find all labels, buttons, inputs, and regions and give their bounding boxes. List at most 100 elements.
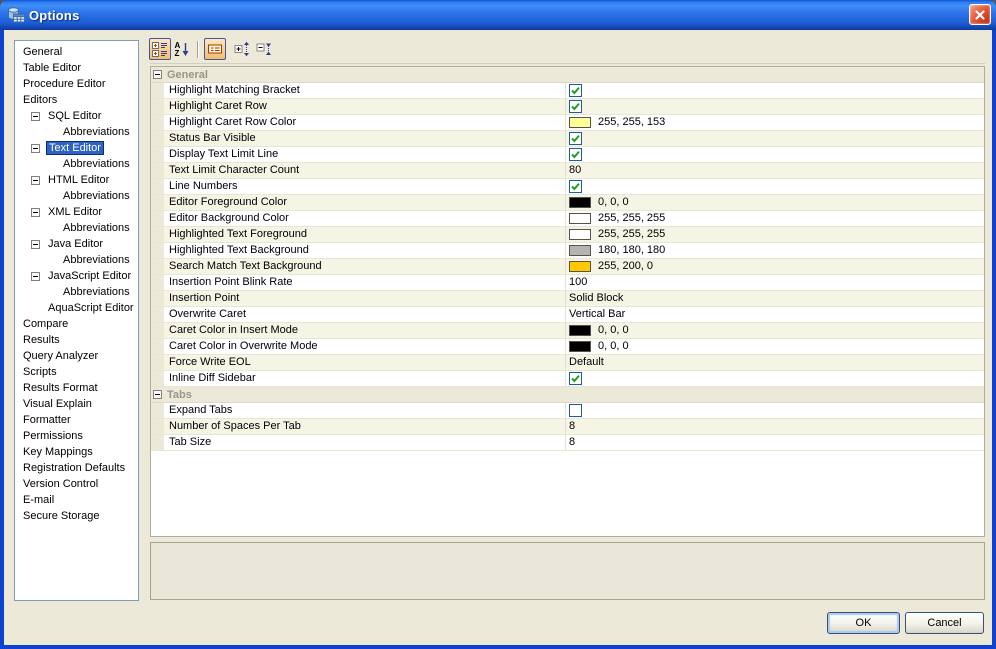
tree-item-general[interactable]: General xyxy=(15,44,138,60)
property-value[interactable]: 255, 255, 255 xyxy=(566,211,984,226)
checkbox-checked[interactable] xyxy=(569,100,582,113)
group-collapse-minus-icon[interactable] xyxy=(153,70,162,79)
tree-collapse-minus-icon[interactable] xyxy=(31,112,40,121)
tree-item-results[interactable]: Results xyxy=(15,332,138,348)
tree-item-table-editor[interactable]: Table Editor xyxy=(15,60,138,76)
tree-item-e-mail[interactable]: E-mail xyxy=(15,492,138,508)
property-value[interactable] xyxy=(566,403,984,418)
value-text: 8 xyxy=(569,420,576,432)
collapse-all-button[interactable] xyxy=(253,38,275,60)
checkbox-checked[interactable] xyxy=(569,180,582,193)
checkbox-checked[interactable] xyxy=(569,84,582,97)
tree-item-registration-defaults[interactable]: Registration Defaults xyxy=(15,460,138,476)
group-header-general: General xyxy=(151,67,984,83)
property-value[interactable]: 80 xyxy=(566,163,984,178)
checkbox-checked[interactable] xyxy=(569,372,582,385)
tree-item-label: Abbreviations xyxy=(63,222,130,234)
tree-item-abbreviations[interactable]: Abbreviations xyxy=(15,220,138,236)
tree-item-aquascript-editor[interactable]: AquaScript Editor xyxy=(15,300,138,316)
tree-item-results-format[interactable]: Results Format xyxy=(15,380,138,396)
property-value[interactable] xyxy=(566,131,984,146)
color-swatch[interactable] xyxy=(569,117,591,128)
tree-item-abbreviations[interactable]: Abbreviations xyxy=(15,156,138,172)
description-panel xyxy=(150,542,985,600)
property-value[interactable]: 0, 0, 0 xyxy=(566,339,984,354)
tree-item-label: Results Format xyxy=(23,382,98,394)
tree-collapse-minus-icon[interactable] xyxy=(31,208,40,217)
color-swatch[interactable] xyxy=(569,229,591,240)
ok-button[interactable]: OK xyxy=(827,612,900,634)
tree-item-compare[interactable]: Compare xyxy=(15,316,138,332)
tree-item-version-control[interactable]: Version Control xyxy=(15,476,138,492)
group-collapse-minus-icon[interactable] xyxy=(153,390,162,399)
property-value[interactable]: 255, 200, 0 xyxy=(566,259,984,274)
property-value[interactable]: Default xyxy=(566,355,984,370)
az-z: Z xyxy=(175,49,180,57)
property-value[interactable] xyxy=(566,179,984,194)
tree-item-sql-editor[interactable]: SQL Editor xyxy=(15,108,138,124)
tree-item-scripts[interactable]: Scripts xyxy=(15,364,138,380)
tree-collapse-minus-icon[interactable] xyxy=(31,144,40,153)
property-value[interactable] xyxy=(566,99,984,114)
property-value[interactable]: 8 xyxy=(566,435,984,450)
tree-item-query-analyzer[interactable]: Query Analyzer xyxy=(15,348,138,364)
property-value[interactable] xyxy=(566,371,984,386)
show-description-button[interactable] xyxy=(204,38,226,60)
close-button[interactable] xyxy=(969,4,991,25)
checkbox-checked[interactable] xyxy=(569,132,582,145)
tree-item-abbreviations[interactable]: Abbreviations xyxy=(15,252,138,268)
color-swatch[interactable] xyxy=(569,213,591,224)
value-text: Vertical Bar xyxy=(569,308,626,320)
tree-item-html-editor[interactable]: HTML Editor xyxy=(15,172,138,188)
titlebar[interactable]: Options xyxy=(0,0,996,30)
property-value[interactable]: 0, 0, 0 xyxy=(566,323,984,338)
tree-item-xml-editor[interactable]: XML Editor xyxy=(15,204,138,220)
tree-item-label: Java Editor xyxy=(48,238,104,250)
property-value[interactable]: Solid Block xyxy=(566,291,984,306)
color-swatch[interactable] xyxy=(569,245,591,256)
sort-alphabetical-button[interactable]: A Z xyxy=(171,38,193,60)
tree-item-permissions[interactable]: Permissions xyxy=(15,428,138,444)
check-icon xyxy=(570,133,581,144)
row-gutter xyxy=(151,179,164,194)
color-swatch[interactable] xyxy=(569,197,591,208)
tree-item-formatter[interactable]: Formatter xyxy=(15,412,138,428)
tree-item-procedure-editor[interactable]: Procedure Editor xyxy=(15,76,138,92)
tree-item-javascript-editor[interactable]: JavaScript Editor xyxy=(15,268,138,284)
tree-collapse-minus-icon[interactable] xyxy=(31,272,40,281)
property-value[interactable] xyxy=(566,147,984,162)
tree-item-editors[interactable]: Editors xyxy=(15,92,138,108)
tree-collapse-minus-icon[interactable] xyxy=(31,240,40,249)
tree-collapse-minus-icon[interactable] xyxy=(31,176,40,185)
property-value[interactable]: 0, 0, 0 xyxy=(566,195,984,210)
property-value[interactable]: 8 xyxy=(566,419,984,434)
checkbox-unchecked[interactable] xyxy=(569,404,582,417)
property-value[interactable] xyxy=(566,83,984,98)
color-swatch[interactable] xyxy=(569,325,591,336)
property-value[interactable]: 255, 255, 153 xyxy=(566,115,984,130)
property-value[interactable]: 100 xyxy=(566,275,984,290)
row-gutter xyxy=(151,355,164,370)
tree-item-abbreviations[interactable]: Abbreviations xyxy=(15,284,138,300)
tree-item-text-editor[interactable]: Text Editor xyxy=(15,140,138,156)
property-value[interactable]: 255, 255, 255 xyxy=(566,227,984,242)
tree-item-key-mappings[interactable]: Key Mappings xyxy=(15,444,138,460)
checkbox-checked[interactable] xyxy=(569,148,582,161)
property-value[interactable]: 180, 180, 180 xyxy=(566,243,984,258)
categorized-icon xyxy=(152,41,168,57)
check-icon xyxy=(570,85,581,96)
tree-item-label: Visual Explain xyxy=(23,398,92,410)
tree-item-abbreviations[interactable]: Abbreviations xyxy=(15,124,138,140)
property-value[interactable]: Vertical Bar xyxy=(566,307,984,322)
cancel-button[interactable]: Cancel xyxy=(905,612,984,634)
tree-item-abbreviations[interactable]: Abbreviations xyxy=(15,188,138,204)
tree-item-secure-storage[interactable]: Secure Storage xyxy=(15,508,138,524)
categorized-button[interactable] xyxy=(149,38,171,60)
property-name: Number of Spaces Per Tab xyxy=(164,419,566,434)
color-swatch[interactable] xyxy=(569,341,591,352)
tree-item-java-editor[interactable]: Java Editor xyxy=(15,236,138,252)
expand-all-button[interactable] xyxy=(231,38,253,60)
color-swatch[interactable] xyxy=(569,261,591,272)
tree-item-visual-explain[interactable]: Visual Explain xyxy=(15,396,138,412)
property-name: Force Write EOL xyxy=(164,355,566,370)
